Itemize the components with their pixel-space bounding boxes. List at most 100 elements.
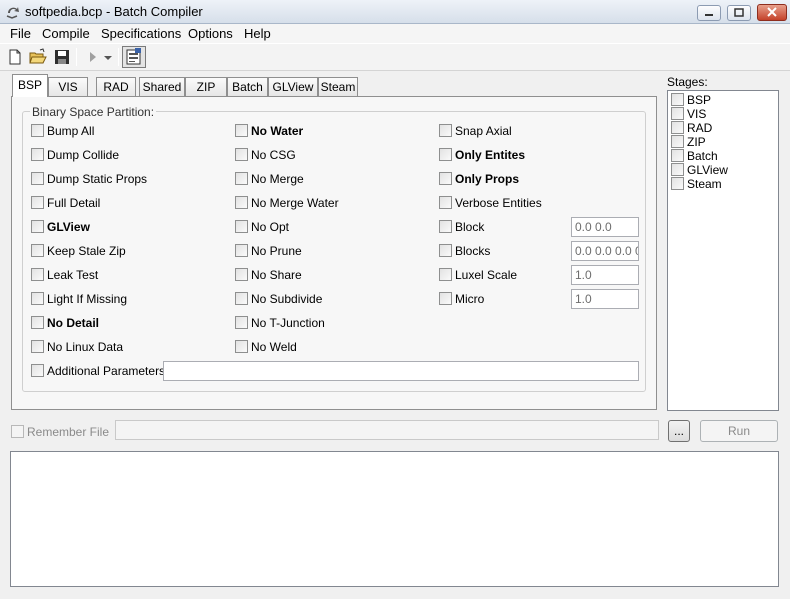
tab-rad[interactable]: RAD (96, 77, 136, 96)
menu-bar: File Compile Specifications Options Help (0, 24, 790, 43)
checkbox[interactable] (671, 107, 684, 120)
remember-file-checkbox[interactable] (11, 425, 24, 438)
tab-steam[interactable]: Steam (318, 77, 358, 96)
blocks-input[interactable]: 0.0 0.0 0.0 0.0 (571, 241, 639, 261)
file-path-input[interactable] (115, 420, 659, 440)
checkbox[interactable] (671, 149, 684, 162)
checkbox[interactable] (31, 268, 44, 281)
minimize-icon (705, 14, 713, 16)
menu-options[interactable]: Options (183, 25, 238, 42)
checkbox-label: Dump Static Props (47, 172, 148, 186)
save-disk-icon[interactable] (53, 48, 71, 66)
dropdown-arrow-icon[interactable] (102, 48, 114, 66)
checkbox[interactable] (235, 292, 248, 305)
checkbox[interactable] (671, 163, 684, 176)
checkbox-label: No Subdivide (251, 292, 323, 306)
checkbox[interactable] (235, 148, 248, 161)
checkbox[interactable] (31, 292, 44, 305)
checkbox-label: Only Entites (455, 148, 526, 162)
checkbox[interactable] (439, 124, 452, 137)
menu-help[interactable]: Help (239, 25, 276, 42)
checkbox-label: Only Props (455, 172, 520, 186)
checkbox[interactable] (235, 220, 248, 233)
new-file-icon[interactable] (6, 48, 24, 66)
luxel-scale-input[interactable]: 1.0 (571, 265, 639, 285)
tab-vis[interactable]: VIS (48, 77, 88, 96)
maximize-button[interactable] (727, 5, 751, 21)
additional-parameters-input[interactable] (163, 361, 639, 381)
toolbar-separator (118, 48, 119, 66)
tab-shared[interactable]: Shared (139, 77, 185, 96)
title-bar: softpedia.bcp - Batch Compiler (0, 0, 790, 24)
checkbox[interactable] (439, 148, 452, 161)
checkbox[interactable] (235, 268, 248, 281)
close-button[interactable] (757, 4, 787, 21)
tab-glview[interactable]: GLView (268, 77, 318, 96)
checkbox[interactable] (31, 148, 44, 161)
menu-specifications[interactable]: Specifications (96, 25, 186, 42)
checkbox[interactable] (439, 292, 452, 305)
checkbox[interactable] (31, 244, 44, 257)
checkbox[interactable] (235, 340, 248, 353)
micro-input[interactable]: 1.0 (571, 289, 639, 309)
checkbox-label: Keep Stale Zip (47, 244, 126, 258)
checkbox-label: Leak Test (47, 268, 99, 282)
stage-label: ZIP (687, 135, 706, 149)
checkbox[interactable] (31, 340, 44, 353)
checkbox[interactable] (439, 244, 452, 257)
checkbox-label: No CSG (251, 148, 296, 162)
stage-label: Batch (687, 149, 718, 163)
checkbox[interactable] (235, 196, 248, 209)
checkbox[interactable] (235, 124, 248, 137)
stage-label: BSP (687, 93, 712, 107)
checkbox[interactable] (31, 220, 44, 233)
checkbox[interactable] (439, 220, 452, 233)
checkbox-label: No Linux Data (47, 340, 124, 354)
toolbar (0, 43, 790, 71)
checkbox-label: No Share (251, 268, 302, 282)
properties-button[interactable] (122, 46, 146, 68)
properties-icon (126, 48, 141, 65)
checkbox[interactable] (31, 364, 44, 377)
menu-file[interactable]: File (5, 25, 36, 42)
checkbox[interactable] (439, 268, 452, 281)
stage-label: Steam (687, 177, 722, 191)
checkbox-label: No T-Junction (251, 316, 325, 330)
menu-compile[interactable]: Compile (37, 25, 95, 42)
checkbox[interactable] (235, 172, 248, 185)
stage-label: VIS (687, 107, 707, 121)
checkbox-label: Dump Collide (47, 148, 120, 162)
checkbox[interactable] (31, 124, 44, 137)
checkbox[interactable] (31, 172, 44, 185)
minimize-button[interactable] (697, 5, 721, 21)
stages-label: Stages: (667, 75, 708, 89)
tab-zip[interactable]: ZIP (185, 77, 227, 96)
checkbox-label: No Prune (251, 244, 302, 258)
checkbox[interactable] (439, 196, 452, 209)
window-title: softpedia.bcp - Batch Compiler (25, 4, 203, 19)
checkbox[interactable] (671, 121, 684, 134)
checkbox[interactable] (31, 316, 44, 329)
checkbox-label: Snap Axial (455, 124, 512, 138)
checkbox[interactable] (235, 316, 248, 329)
checkbox-label: Additional Parameters (47, 364, 166, 378)
browse-button[interactable]: ... (668, 420, 690, 442)
tab-bsp[interactable]: BSP (12, 74, 48, 97)
play-icon[interactable] (84, 48, 102, 66)
block-input[interactable]: 0.0 0.0 (571, 217, 639, 237)
toolbar-separator (76, 48, 77, 66)
checkbox[interactable] (439, 172, 452, 185)
checkbox[interactable] (671, 93, 684, 106)
stage-label: RAD (687, 121, 713, 135)
run-button[interactable]: Run (700, 420, 778, 442)
checkbox[interactable] (235, 244, 248, 257)
open-folder-icon[interactable] (29, 48, 47, 66)
output-log[interactable] (10, 451, 779, 587)
checkbox-label: Full Detail (47, 196, 101, 210)
checkbox-label: No Detail (47, 316, 100, 330)
checkbox[interactable] (671, 135, 684, 148)
checkbox-label: Light If Missing (47, 292, 128, 306)
checkbox[interactable] (671, 177, 684, 190)
checkbox[interactable] (31, 196, 44, 209)
tab-batch[interactable]: Batch (227, 77, 268, 96)
